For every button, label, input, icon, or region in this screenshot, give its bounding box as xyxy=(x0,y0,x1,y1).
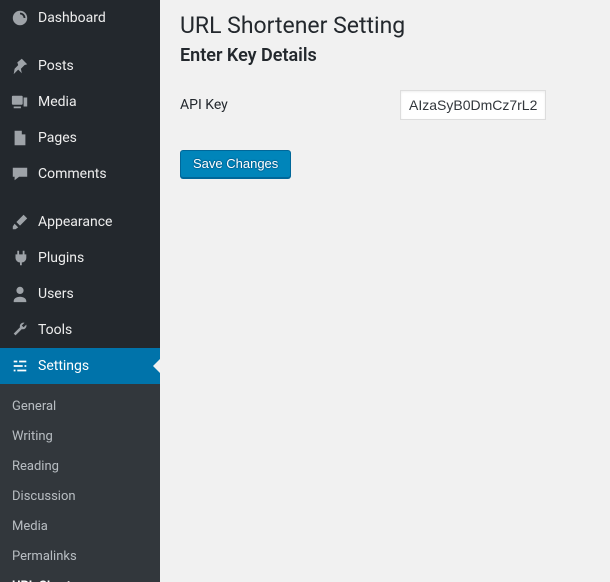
settings-submenu: General Writing Reading Discussion Media… xyxy=(0,384,160,582)
sidebar-item-label: Media xyxy=(38,93,77,111)
submenu-item-url-shortener[interactable]: URL Shortener xyxy=(0,572,160,582)
app-root: Dashboard Posts Media Pages Commen xyxy=(0,0,610,582)
media-icon xyxy=(10,92,30,112)
sliders-icon xyxy=(10,356,30,376)
content-area: URL Shortener Setting Enter Key Details … xyxy=(160,0,610,582)
sidebar-item-label: Comments xyxy=(38,165,107,183)
sidebar-item-comments[interactable]: Comments xyxy=(0,156,160,192)
sidebar-item-pages[interactable]: Pages xyxy=(0,120,160,156)
sidebar-item-appearance[interactable]: Appearance xyxy=(0,204,160,240)
sidebar-item-dashboard[interactable]: Dashboard xyxy=(0,0,160,36)
sidebar-item-users[interactable]: Users xyxy=(0,276,160,312)
api-key-row: API Key xyxy=(180,90,590,120)
sidebar-item-label: Tools xyxy=(38,321,72,339)
sidebar-item-tools[interactable]: Tools xyxy=(0,312,160,348)
submenu-item-discussion[interactable]: Discussion xyxy=(0,482,160,512)
api-key-input[interactable] xyxy=(400,90,546,120)
sidebar-item-posts[interactable]: Posts xyxy=(0,48,160,84)
sidebar-item-label: Settings xyxy=(38,357,89,375)
sidebar-item-settings[interactable]: Settings xyxy=(0,348,160,384)
admin-sidebar: Dashboard Posts Media Pages Commen xyxy=(0,0,160,582)
submenu-item-media[interactable]: Media xyxy=(0,512,160,542)
sidebar-item-label: Appearance xyxy=(38,213,112,231)
dashboard-icon xyxy=(10,8,30,28)
comment-icon xyxy=(10,164,30,184)
user-icon xyxy=(10,284,30,304)
sidebar-item-label: Posts xyxy=(38,57,74,75)
brush-icon xyxy=(10,212,30,232)
sidebar-item-label: Pages xyxy=(38,129,77,147)
submenu-item-writing[interactable]: Writing xyxy=(0,422,160,452)
save-changes-button[interactable]: Save Changes xyxy=(180,150,291,178)
sidebar-item-plugins[interactable]: Plugins xyxy=(0,240,160,276)
page-title: URL Shortener Setting xyxy=(180,12,590,39)
api-key-label: API Key xyxy=(180,97,400,113)
sidebar-item-label: Dashboard xyxy=(38,9,106,27)
sidebar-item-media[interactable]: Media xyxy=(0,84,160,120)
plug-icon xyxy=(10,248,30,268)
sidebar-item-label: Users xyxy=(38,285,74,303)
wrench-icon xyxy=(10,320,30,340)
submenu-item-permalinks[interactable]: Permalinks xyxy=(0,542,160,572)
pin-icon xyxy=(10,56,30,76)
page-icon xyxy=(10,128,30,148)
submenu-item-general[interactable]: General xyxy=(0,392,160,422)
submenu-item-reading[interactable]: Reading xyxy=(0,452,160,482)
page-subtitle: Enter Key Details xyxy=(180,45,590,66)
sidebar-item-label: Plugins xyxy=(38,249,84,267)
